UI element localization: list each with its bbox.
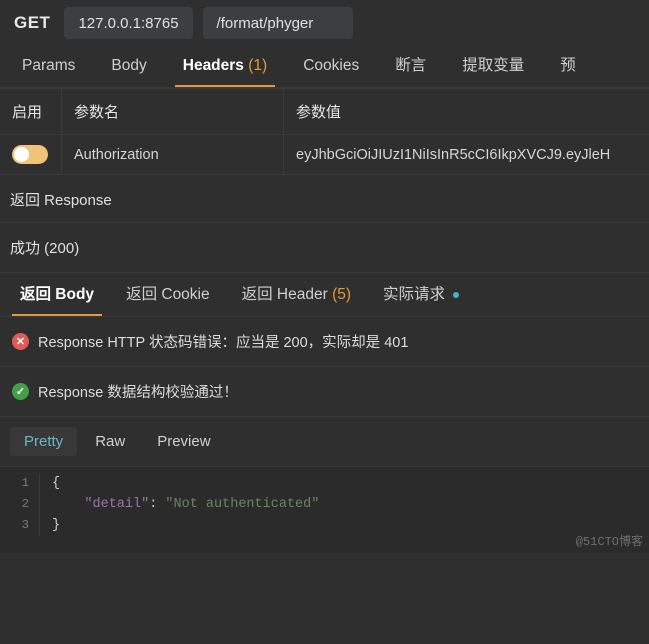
json-value: "Not authenticated" bbox=[165, 497, 320, 512]
tab-actual-request[interactable]: 实际请求 bbox=[367, 272, 475, 316]
watermark-label: @51CTO博客 bbox=[575, 535, 643, 549]
success-icon: ✓ bbox=[12, 383, 29, 400]
path-field[interactable]: /format/phyger bbox=[202, 7, 353, 39]
tab-response-cookie[interactable]: 返回 Cookie bbox=[110, 272, 226, 316]
tab-response-body-label: 返回 Body bbox=[20, 286, 95, 303]
tab-headers[interactable]: Headers (1) bbox=[165, 49, 285, 87]
code-line-text: { bbox=[52, 476, 61, 491]
tab-pre-script-label: 预 bbox=[560, 57, 576, 74]
tab-headers-label: Headers bbox=[182, 57, 244, 74]
tab-response-header-label: 返回 Header bbox=[241, 286, 328, 303]
format-tab-raw[interactable]: Raw bbox=[81, 427, 139, 456]
code-line-text: "detail": "Not authenticated" bbox=[40, 494, 319, 515]
tab-cookies[interactable]: Cookies bbox=[285, 49, 377, 87]
format-tab-preview[interactable]: Preview bbox=[143, 427, 224, 456]
response-body-code-viewer[interactable]: 1 { 2 "detail": "Not authenticated" 3 } … bbox=[0, 467, 649, 553]
host-field[interactable]: 127.0.0.1:8765 bbox=[64, 7, 193, 39]
assertion-row-schema: ✓ Response 数据结构校验通过！ bbox=[0, 367, 649, 417]
json-key: "detail" bbox=[84, 497, 150, 512]
tab-assertions-label: 断言 bbox=[395, 57, 427, 74]
tab-pre-script[interactable]: 预 bbox=[542, 46, 594, 87]
row-value-cell[interactable]: eyJhbGciOiJIUzI1NiIsInR5cCI6IkpXVCJ9.eyJ… bbox=[284, 135, 649, 174]
code-line: 1 { bbox=[0, 473, 649, 494]
response-tab-bar: 返回 Body 返回 Cookie 返回 Header (5) 实际请求 bbox=[0, 273, 649, 317]
headers-table: 启用 参数名 参数值 Authorization eyJhbGciOiJIUzI… bbox=[0, 88, 649, 175]
body-format-tab-bar: Pretty Raw Preview bbox=[0, 417, 649, 467]
tab-assertions[interactable]: 断言 bbox=[377, 46, 444, 87]
modified-indicator-dot bbox=[453, 291, 460, 298]
tab-body[interactable]: Body bbox=[93, 49, 164, 87]
format-tab-pretty[interactable]: Pretty bbox=[10, 427, 78, 456]
tab-actual-request-label: 实际请求 bbox=[383, 286, 446, 303]
line-number: 3 bbox=[0, 515, 40, 536]
json-colon: : bbox=[149, 497, 166, 512]
tab-response-body[interactable]: 返回 Body bbox=[4, 272, 110, 316]
line-number: 2 bbox=[0, 494, 40, 515]
tab-headers-count: (1) bbox=[248, 57, 268, 74]
tab-response-header-count: (5) bbox=[332, 286, 352, 303]
tab-response-cookie-label: 返回 Cookie bbox=[126, 286, 210, 303]
code-line: 3 } bbox=[0, 515, 649, 536]
response-status-text: 成功 (200) bbox=[0, 223, 649, 273]
headers-table-header-row: 启用 参数名 参数值 bbox=[0, 89, 649, 135]
tab-extract-variables-label: 提取变量 bbox=[462, 57, 525, 74]
code-line: 2 "detail": "Not authenticated" bbox=[0, 494, 649, 515]
column-header-enable: 启用 bbox=[0, 89, 62, 134]
column-header-name: 参数名 bbox=[62, 89, 284, 134]
code-line-text: } bbox=[52, 518, 61, 533]
assertion-status-code-text: Response HTTP 状态码错误：应当是 200，实际却是 401 bbox=[38, 335, 409, 351]
api-client-window: GET 127.0.0.1:8765 /format/phyger Params… bbox=[0, 0, 649, 644]
enable-toggle[interactable] bbox=[12, 145, 48, 164]
error-icon: ✕ bbox=[12, 333, 29, 350]
tab-body-label: Body bbox=[111, 57, 147, 74]
assertion-row-status-code: ✕ Response HTTP 状态码错误：应当是 200，实际却是 401 bbox=[0, 317, 649, 367]
tab-params-label: Params bbox=[22, 57, 76, 74]
tab-cookies-label: Cookies bbox=[303, 57, 360, 74]
column-header-value: 参数值 bbox=[296, 104, 342, 121]
row-enable-cell bbox=[0, 135, 62, 174]
response-section-title: 返回 Response bbox=[0, 175, 649, 223]
request-url-bar: GET 127.0.0.1:8765 /format/phyger bbox=[0, 0, 649, 46]
tab-extract-variables[interactable]: 提取变量 bbox=[444, 46, 542, 87]
tab-response-header[interactable]: 返回 Header (5) bbox=[226, 272, 367, 316]
table-row[interactable]: Authorization eyJhbGciOiJIUzI1NiIsInR5cC… bbox=[0, 135, 649, 175]
row-name-cell[interactable]: Authorization bbox=[62, 135, 284, 174]
tab-params[interactable]: Params bbox=[4, 49, 93, 87]
request-tab-bar: Params Body Headers (1) Cookies 断言 提取变量 … bbox=[0, 46, 649, 88]
line-number: 1 bbox=[0, 473, 40, 494]
assertion-schema-text: Response 数据结构校验通过！ bbox=[38, 385, 238, 401]
http-method-label[interactable]: GET bbox=[10, 13, 54, 33]
